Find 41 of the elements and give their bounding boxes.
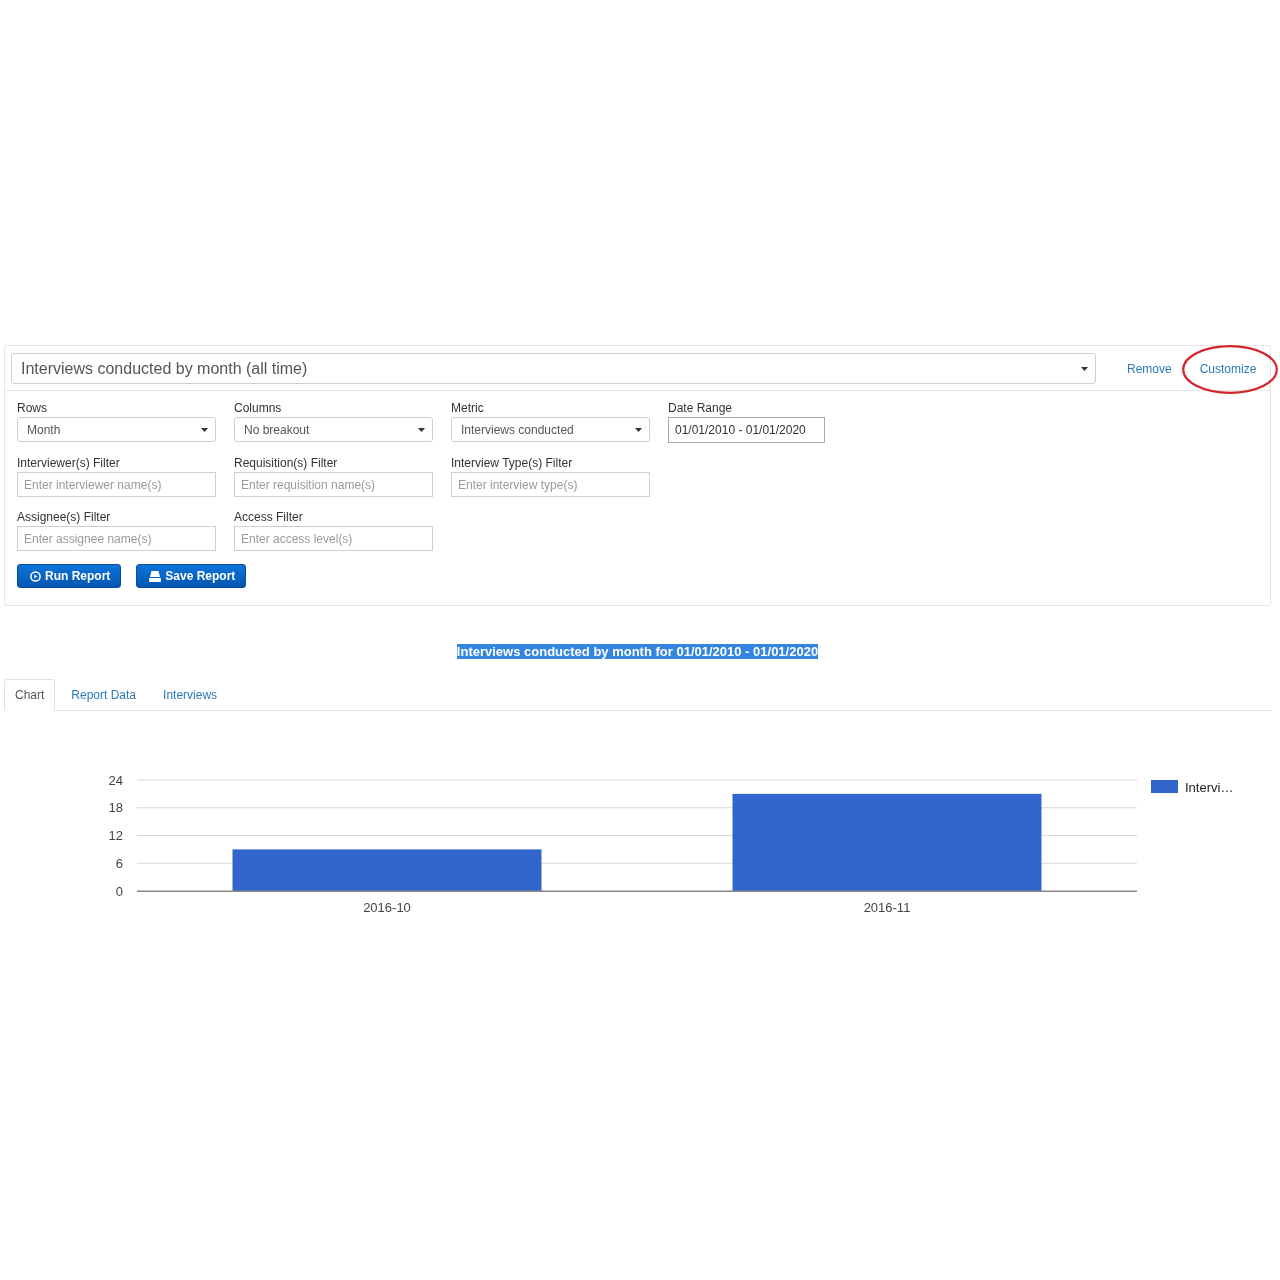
axis-label: 2016-10 xyxy=(363,900,411,915)
field-label: Columns xyxy=(234,401,283,415)
input-field[interactable]: Enter interview type(s) xyxy=(451,472,650,497)
action-link[interactable]: Remove xyxy=(1127,361,1172,376)
dropdown[interactable]: Interviews conducted xyxy=(451,417,650,442)
date-range-field[interactable]: 01/01/2010 - 01/01/2020 xyxy=(668,417,825,443)
caret-icon xyxy=(201,427,208,432)
tab[interactable]: Chart xyxy=(4,679,56,711)
caret-icon xyxy=(635,427,642,432)
tab[interactable]: Report Data xyxy=(60,679,148,711)
action-link[interactable]: Customize xyxy=(1199,361,1257,376)
input-field[interactable]: Enter access level(s) xyxy=(234,526,433,551)
field-label: Requisition(s) Filter xyxy=(234,456,339,470)
field-label: Rows xyxy=(17,401,48,415)
legend-label: Intervi… xyxy=(1185,779,1234,795)
field-label: Interviewer(s) Filter xyxy=(17,456,121,470)
input-field[interactable]: Enter assignee name(s) xyxy=(17,526,216,551)
field-label: Interview Type(s) Filter xyxy=(451,456,574,470)
field-label: Metric xyxy=(451,401,485,415)
axis-label: 6 xyxy=(115,855,123,871)
caret-icon xyxy=(1081,366,1088,371)
run-button[interactable]: Run Report xyxy=(17,564,122,588)
field-label: Access Filter xyxy=(234,510,304,524)
dropdown[interactable]: No breakout xyxy=(234,417,433,442)
field-label: Date Range xyxy=(668,401,734,415)
report-title: Interviews conducted by month for 01/01/2010 - 01/01/2020 xyxy=(456,644,819,659)
input-field[interactable]: Enter interviewer name(s) xyxy=(17,472,216,497)
field-label: Assignee(s) Filter xyxy=(17,510,112,524)
axis-label: 2016-11 xyxy=(863,900,911,915)
drive-icon xyxy=(149,570,162,582)
axis-label: 24 xyxy=(108,772,123,788)
caret-icon xyxy=(418,427,425,432)
axis-label: 0 xyxy=(115,883,123,899)
play-circle-icon xyxy=(30,570,41,582)
save-button[interactable]: Save Report xyxy=(136,564,247,588)
report-dropdown[interactable]: Interviews conducted by month (all time) xyxy=(11,353,1096,384)
tab[interactable]: Interviews xyxy=(152,679,229,711)
axis-label: 18 xyxy=(108,800,123,816)
dropdown[interactable]: Month xyxy=(17,417,216,442)
input-field[interactable]: Enter requisition name(s) xyxy=(234,472,433,497)
axis-label: 12 xyxy=(108,828,123,843)
